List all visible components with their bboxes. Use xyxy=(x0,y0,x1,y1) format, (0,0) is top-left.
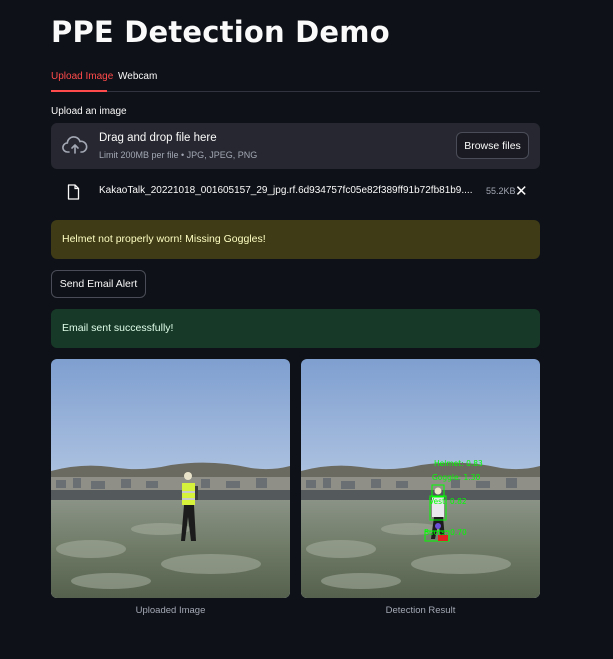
page-title: PPE Detection Demo xyxy=(51,15,390,49)
success-alert: Email sent successfully! xyxy=(51,309,540,348)
svg-text:Boots: 0.70: Boots: 0.70 xyxy=(424,528,467,537)
browse-files-button[interactable]: Browse files xyxy=(456,132,529,159)
tab-webcam[interactable]: Webcam xyxy=(118,71,157,82)
detection-result-caption: Detection Result xyxy=(385,605,456,616)
svg-text:Helmet: 0.83: Helmet: 0.83 xyxy=(434,459,483,468)
uploaded-image-caption: Uploaded Image xyxy=(135,605,206,616)
dropzone-title: Drag and drop file here xyxy=(99,132,217,144)
file-name: KakaoTalk_20221018_001605157_29_jpg.rf.6… xyxy=(99,185,473,196)
uploaded-file-row: KakaoTalk_20221018_001605157_29_jpg.rf.6… xyxy=(51,180,540,204)
tab-upload-image[interactable]: Upload Image xyxy=(51,71,113,82)
send-email-alert-button[interactable]: Send Email Alert xyxy=(51,270,146,298)
cloud-upload-icon xyxy=(62,135,88,160)
file-size: 55.2KB xyxy=(486,186,516,196)
file-icon xyxy=(67,184,80,205)
uploader-label: Upload an image xyxy=(51,106,127,117)
svg-text:Vest: 0.82: Vest: 0.82 xyxy=(429,497,467,506)
dropzone-limit: Limit 200MB per file • JPG, JPEG, PNG xyxy=(99,150,258,160)
svg-text:Goggle: 1.30: Goggle: 1.30 xyxy=(432,473,480,482)
tab-bar: Upload Image Webcam xyxy=(51,66,540,92)
warning-alert: Helmet not properly worn! Missing Goggle… xyxy=(51,220,540,259)
active-tab-indicator xyxy=(51,90,107,92)
detection-result-image: Helmet: 0.83 Goggle: 1.30 Vest: 0.82 Boo… xyxy=(301,359,540,598)
uploaded-image xyxy=(51,359,290,598)
tab-divider xyxy=(51,91,540,92)
file-dropzone[interactable]: Drag and drop file here Limit 200MB per … xyxy=(51,123,540,169)
remove-file-close-icon[interactable]: ✕ xyxy=(515,182,528,200)
